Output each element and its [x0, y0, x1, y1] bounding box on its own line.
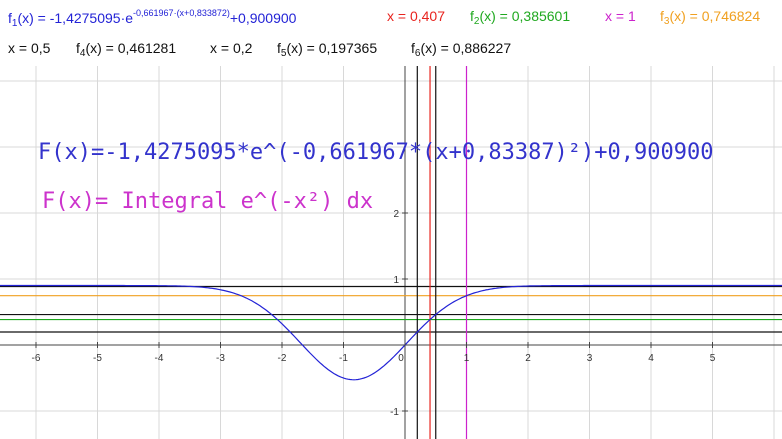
f1-tail: +0,900900	[229, 10, 297, 26]
x-tick-label: -6	[32, 353, 41, 364]
f1-body: (x) = -1,4275095·e	[17, 10, 134, 26]
algebra-view: f1(x) = -1,4275095·e-0,661967·(x+0,83387…	[0, 0, 782, 66]
x-tick-label: 4	[648, 353, 654, 364]
f2-definition[interactable]: f2(x) = 0,385601	[470, 8, 570, 27]
f4-definition[interactable]: f4(x) = 0,461281	[76, 40, 176, 59]
x-a-definition[interactable]: x = 0,5	[8, 40, 50, 56]
x-magenta-definition[interactable]: x = 1	[605, 8, 636, 24]
x-tick-label: -5	[93, 353, 102, 364]
y-tick-label: 1	[393, 275, 399, 286]
f3-definition[interactable]: f3(x) = 0,746824	[660, 8, 760, 27]
x-tick-label: 5	[710, 353, 716, 364]
f1-definition[interactable]: f1(x) = -1,4275095·e-0,661967·(x+0,83387…	[8, 8, 296, 29]
horizontal-function-lines	[0, 285, 782, 333]
graphics-view[interactable]: -6 -5 -4 -3 -2 -1 0 1 2 3 4 5 1 2 -1	[0, 66, 782, 439]
x-tick-label: -2	[278, 353, 287, 364]
vertical-lines	[416, 66, 468, 439]
x-tick-label: -4	[155, 353, 164, 364]
f6-definition[interactable]: f6(x) = 0,886227	[411, 40, 511, 59]
integral-text[interactable]: F(x)= Integral e^(-x²) dx	[42, 189, 373, 214]
f5-definition[interactable]: f5(x) = 0,197365	[277, 40, 377, 59]
axes	[0, 66, 782, 439]
tick-labels: -6 -5 -4 -3 -2 -1 0 1 2 3 4 5 1 2 -1	[32, 209, 716, 418]
x-red-definition[interactable]: x = 0,407	[387, 8, 445, 24]
formula-text[interactable]: F(x)=-1,4275095*e^(-0,661967*(x+0,83387)…	[38, 140, 714, 165]
x-tick-label: 1	[464, 353, 470, 364]
x-b-definition[interactable]: x = 0,2	[210, 40, 252, 56]
y-tick-label: 2	[393, 209, 399, 220]
x-tick-label: 2	[525, 353, 531, 364]
x-tick-label: 3	[587, 353, 593, 364]
y-tick-label: -1	[390, 407, 399, 418]
f1-exponent: -0,661967·(x+0,833872)	[133, 8, 230, 18]
x-tick-label: -1	[339, 353, 348, 364]
f1-curve[interactable]	[0, 284, 782, 381]
grid	[0, 66, 782, 439]
x-tick-label: 0	[398, 353, 404, 364]
x-tick-label: -3	[216, 353, 225, 364]
